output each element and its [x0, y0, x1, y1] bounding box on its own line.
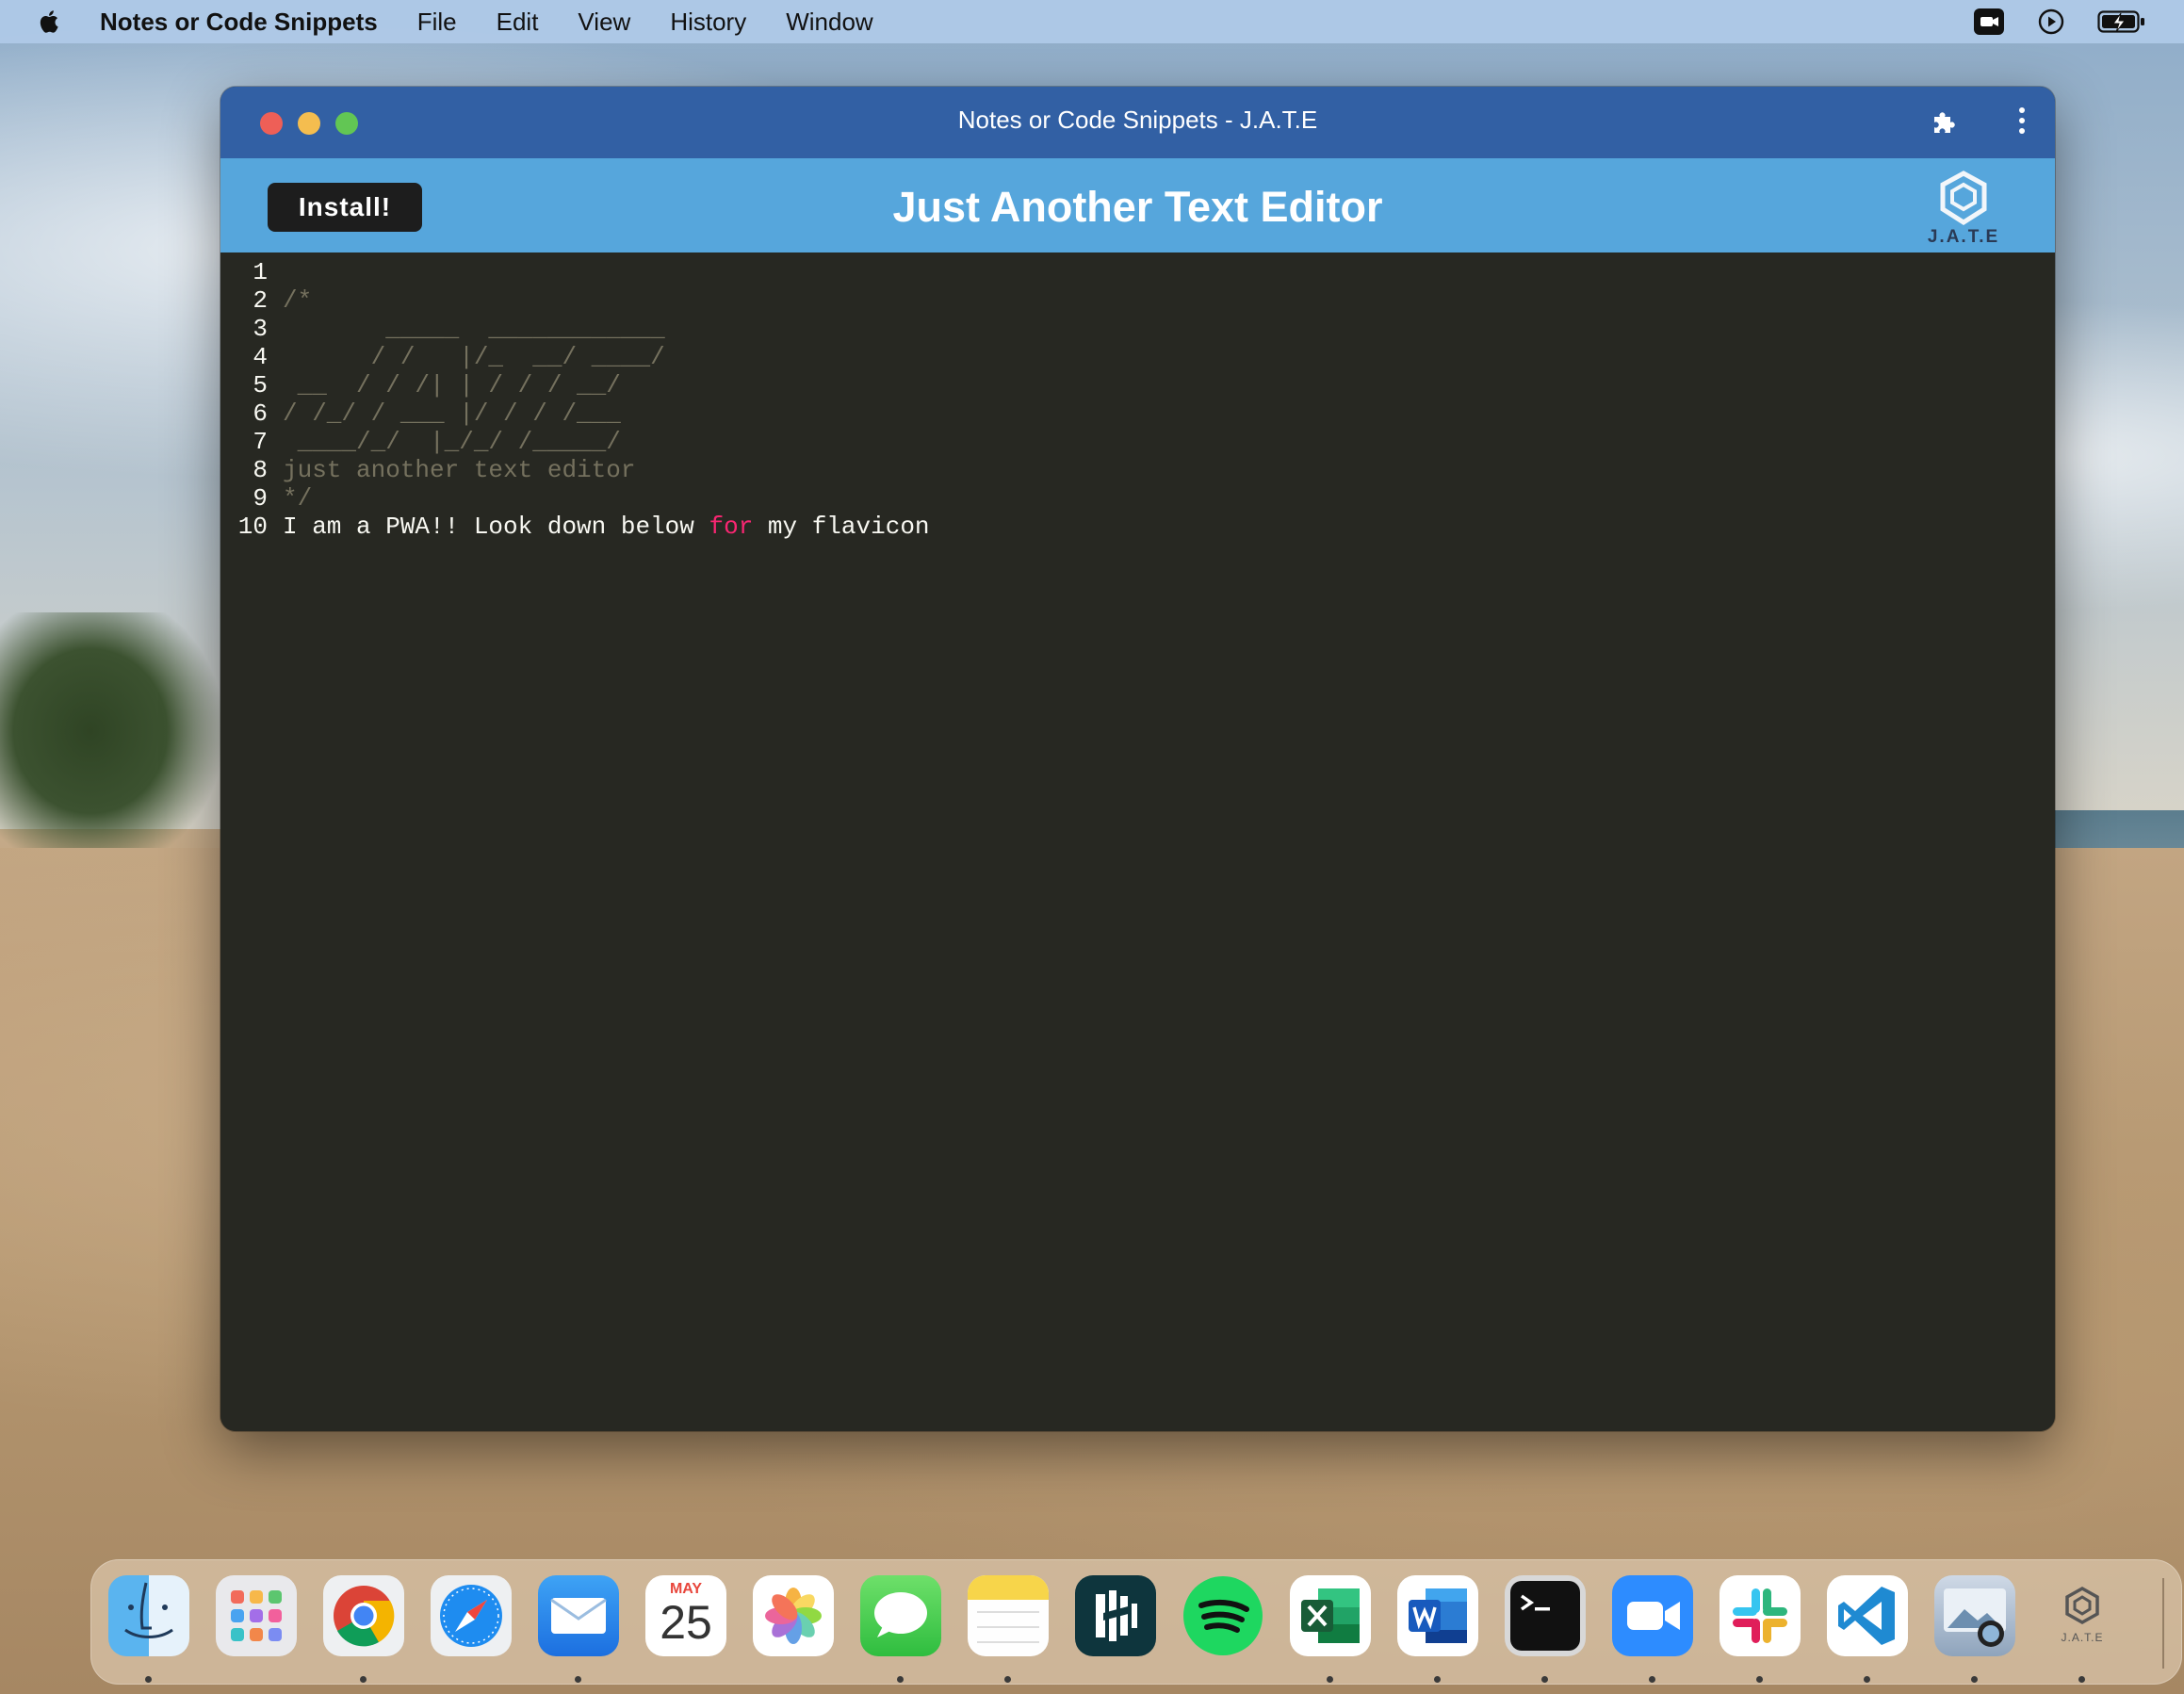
running-indicator	[1864, 1676, 1870, 1683]
apple-icon[interactable]	[38, 8, 62, 36]
line-number: 1	[253, 258, 268, 286]
dashlane-app-icon[interactable]	[1075, 1575, 1156, 1656]
running-indicator	[897, 1676, 904, 1683]
menu-edit[interactable]: Edit	[497, 8, 539, 37]
running-indicator	[1649, 1676, 1655, 1683]
running-indicator	[2078, 1676, 2085, 1683]
app-title: Just Another Text Editor	[892, 183, 1383, 231]
mail-app-icon[interactable]	[538, 1575, 619, 1656]
line-number: 6	[253, 399, 268, 428]
editor-line: 1	[220, 258, 283, 286]
editor-line: 5 __ / / /| | / / / __/	[220, 371, 621, 399]
editor-line: 6 / /_/ / ___ |/ / / /___	[220, 399, 621, 428]
more-options-icon[interactable]	[2017, 107, 2027, 138]
running-indicator	[1327, 1676, 1333, 1683]
app-header: Install! Just Another Text Editor J.A.T.…	[220, 158, 2055, 252]
zoom-app-icon[interactable]	[1612, 1575, 1693, 1656]
menu-file[interactable]: File	[417, 8, 457, 37]
editor-line: 7 ____/_/ |_/_/ /_____/	[220, 428, 621, 456]
finder-app-icon[interactable]	[108, 1575, 189, 1656]
running-indicator	[360, 1676, 367, 1683]
editor-line: 8 just another text editor	[220, 456, 635, 484]
jate-app-icon[interactable]: J.A.T.E	[2042, 1575, 2123, 1656]
keyword-token: for	[709, 513, 754, 541]
calendar-day: 25	[660, 1596, 712, 1649]
spotify-app-icon[interactable]	[1182, 1575, 1263, 1656]
line-number: 10	[237, 513, 268, 541]
play-circle-icon[interactable]	[2037, 8, 2065, 36]
line-number: 9	[253, 484, 268, 513]
editor-line: 9 */	[220, 484, 312, 513]
line-text-after: my flavicon	[753, 513, 930, 541]
app-window: Notes or Code Snippets - J.A.T.E Install…	[220, 87, 2055, 1431]
jate-logo: J.A.T.E	[1921, 170, 2006, 251]
editor-line: 3 _____ ____________	[220, 315, 665, 343]
messages-app-icon[interactable]	[860, 1575, 941, 1656]
line-text-before: I am a PWA!! Look down below	[283, 513, 709, 541]
code-editor[interactable]: 1 2 /* 3 _____ ____________ 4 / / |/_ __/…	[220, 252, 2055, 1431]
dock: MAY 25 J.A.T.E	[90, 1559, 2182, 1685]
line-number: 3	[253, 315, 268, 343]
puzzle-extension-icon[interactable]	[1931, 108, 1959, 137]
preview-app-icon[interactable]	[1934, 1575, 2015, 1656]
line-text: / /_/ / ___ |/ / / /___	[283, 399, 621, 428]
word-app-icon[interactable]	[1397, 1575, 1478, 1656]
running-indicator	[575, 1676, 581, 1683]
menu-app-name[interactable]: Notes or Code Snippets	[100, 8, 378, 37]
line-text: _____ ____________	[283, 315, 665, 343]
menu-history[interactable]: History	[670, 8, 746, 37]
safari-app-icon[interactable]	[431, 1575, 512, 1656]
jate-logo-text: J.A.T.E	[1927, 227, 2000, 247]
running-indicator	[1971, 1676, 1978, 1683]
running-indicator	[1004, 1676, 1011, 1683]
editor-line: 10 I am a PWA!! Look down below for my fl…	[220, 513, 930, 541]
jate-dock-label: J.A.T.E	[2061, 1631, 2104, 1644]
running-indicator	[1756, 1676, 1763, 1683]
window-title: Notes or Code Snippets - J.A.T.E	[957, 106, 1318, 134]
line-text: __ / / /| | / / / __/	[283, 371, 621, 399]
line-text: / / |/_ __/ ____/	[283, 343, 665, 371]
chrome-app-icon[interactable]	[323, 1575, 404, 1656]
window-titlebar[interactable]: Notes or Code Snippets - J.A.T.E	[220, 87, 2055, 158]
running-indicator	[1541, 1676, 1548, 1683]
line-text: ____/_/ |_/_/ /_____/	[283, 428, 621, 456]
menu-view[interactable]: View	[578, 8, 630, 37]
line-number: 4	[253, 343, 268, 371]
editor-line: 2 /*	[220, 286, 312, 315]
menu-window[interactable]: Window	[786, 8, 872, 37]
running-indicator	[145, 1676, 152, 1683]
vscode-app-icon[interactable]	[1827, 1575, 1908, 1656]
line-number: 5	[253, 371, 268, 399]
excel-app-icon[interactable]	[1290, 1575, 1371, 1656]
line-number: 2	[253, 286, 268, 315]
menu-bar: Notes or Code Snippets File Edit View Hi…	[0, 0, 2184, 43]
line-text: */	[283, 484, 313, 513]
line-number: 8	[253, 456, 268, 484]
notes-app-icon[interactable]	[968, 1575, 1049, 1656]
launchpad-app-icon[interactable]	[216, 1575, 297, 1656]
camera-icon[interactable]	[1973, 8, 2005, 36]
dock-separator	[2162, 1578, 2164, 1669]
photos-app-icon[interactable]	[753, 1575, 834, 1656]
editor-line: 4 / / |/_ __/ ____/	[220, 343, 665, 371]
desktop-trees	[0, 612, 226, 876]
battery-charging-icon[interactable]	[2097, 9, 2146, 34]
line-number: 7	[253, 428, 268, 456]
terminal-app-icon[interactable]	[1505, 1575, 1586, 1656]
running-indicator	[1434, 1676, 1441, 1683]
slack-app-icon[interactable]	[1719, 1575, 1801, 1656]
calendar-app-icon[interactable]: MAY 25	[645, 1575, 726, 1656]
jate-logo-icon	[1940, 171, 1987, 225]
line-text: just another text editor	[283, 456, 636, 484]
line-text: /*	[283, 286, 313, 315]
